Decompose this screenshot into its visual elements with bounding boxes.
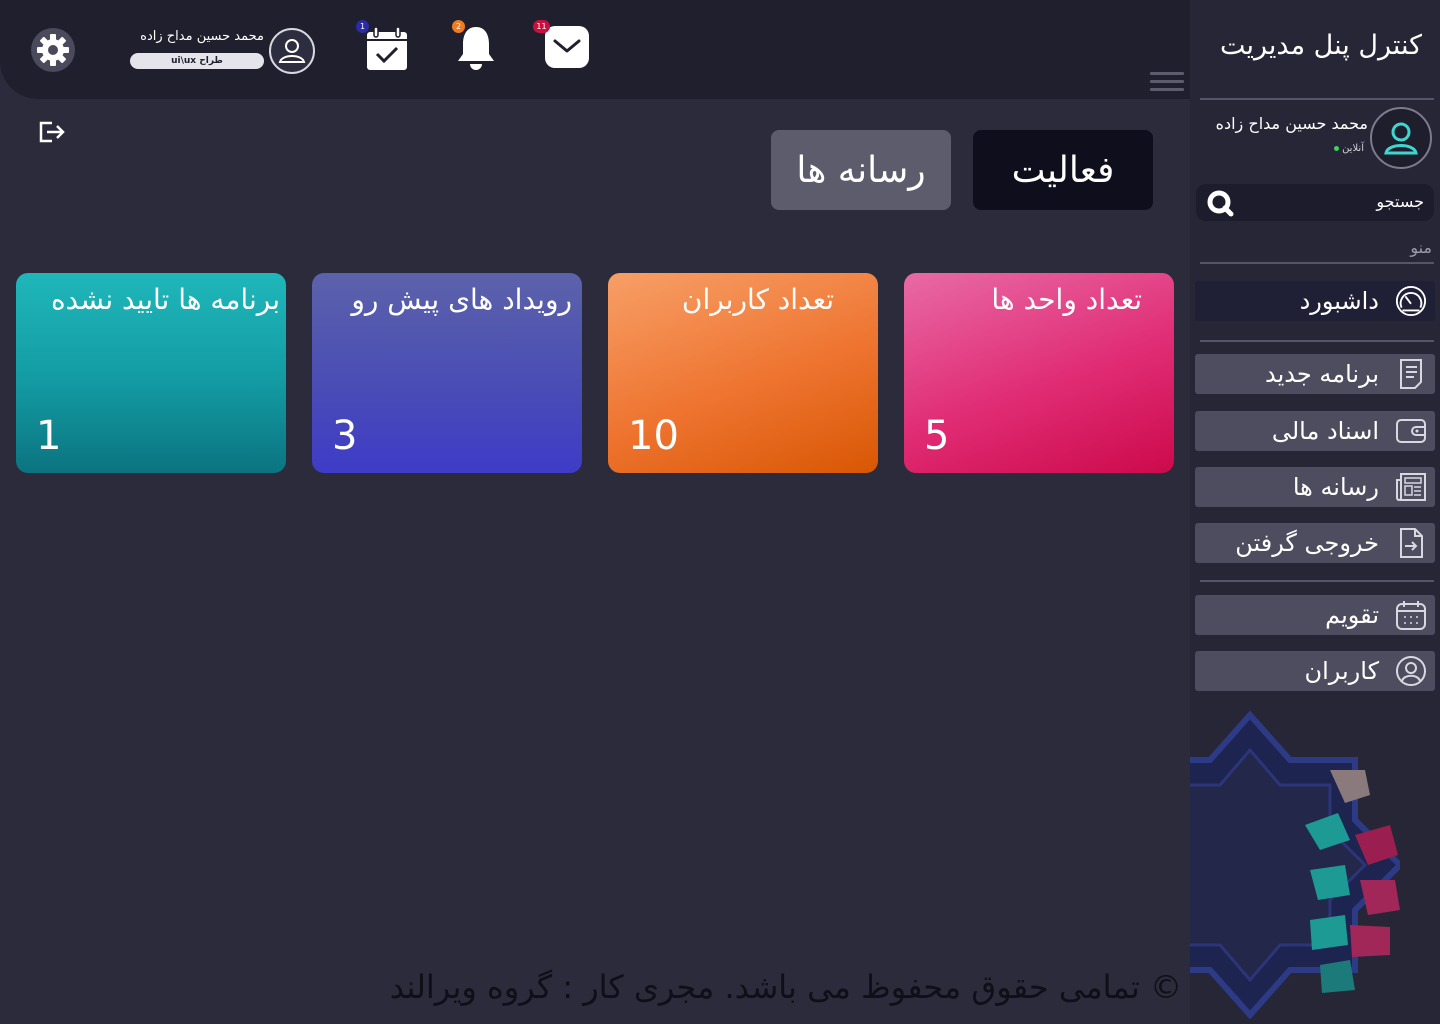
divider <box>1200 340 1434 342</box>
stat-card-units[interactable]: تعداد واحد ها 5 <box>904 273 1174 473</box>
sidebar-item-media[interactable]: رسانه ها <box>1195 467 1435 507</box>
brand-title: کنترل پنل مدیریت <box>1219 30 1422 61</box>
logout-icon[interactable] <box>38 119 68 145</box>
file-export-icon <box>1395 527 1427 559</box>
sidebar-item-label: تقویم <box>1325 601 1379 629</box>
search-box[interactable]: جستجو <box>1196 184 1434 221</box>
topbar-user-name: محمد حسین مداح زاده <box>140 29 264 44</box>
sidebar-item-financial-docs[interactable]: اسناد مالی <box>1195 411 1435 451</box>
sidebar-item-users[interactable]: کاربران <box>1195 651 1435 691</box>
wallet-icon <box>1395 415 1427 447</box>
stat-card-value: 10 <box>628 413 679 459</box>
newspaper-icon <box>1395 471 1427 503</box>
sidebar-item-dashboard[interactable]: داشبورد <box>1195 281 1435 321</box>
dashboard-gauge-icon <box>1395 285 1427 317</box>
tab-activity[interactable]: فعالیت <box>973 130 1153 210</box>
sidebar-user-name: محمد حسین مداح زاده <box>1215 114 1368 133</box>
stat-card-value: 1 <box>36 413 62 459</box>
calendar-check-icon <box>367 26 407 70</box>
sidebar-item-label: داشبورد <box>1299 287 1379 315</box>
top-bar: محمد حسین مداح زاده طراح ui\ux 1 2 11 <box>0 0 1190 99</box>
sidebar-item-label: رسانه ها <box>1292 473 1379 501</box>
mail-icon <box>545 26 589 68</box>
gear-icon <box>37 34 69 66</box>
stat-card-upcoming-events[interactable]: رویداد های پیش رو 3 <box>312 273 582 473</box>
stat-card-value: 3 <box>332 413 358 459</box>
search-icon[interactable] <box>1206 188 1236 218</box>
user-role-badge: طراح ui\ux <box>130 53 264 69</box>
divider <box>1200 262 1434 264</box>
sidebar-item-new-program[interactable]: برنامه جدید <box>1195 354 1435 394</box>
messages-button[interactable] <box>544 25 590 73</box>
notifications-badge: 2 <box>452 20 465 33</box>
stat-card-title: تعداد واحد ها <box>991 283 1142 316</box>
online-dot-icon <box>1334 145 1340 151</box>
search-label: جستجو <box>1376 192 1424 211</box>
sidebar-avatar[interactable] <box>1370 107 1432 169</box>
user-icon <box>1384 122 1418 155</box>
user-circle-icon <box>1395 655 1427 687</box>
calendar-badge: 1 <box>356 20 369 33</box>
sidebar-item-label: کاربران <box>1304 657 1379 685</box>
calendar-icon <box>1395 599 1427 631</box>
tab-media[interactable]: رسانه ها <box>771 130 951 210</box>
menu-caption: منو <box>1410 238 1432 257</box>
stat-card-title: رویداد های پیش رو <box>351 283 572 316</box>
divider <box>1200 98 1434 100</box>
sidebar-item-label: برنامه جدید <box>1265 360 1379 388</box>
topbar-avatar[interactable] <box>269 28 315 74</box>
decorative-ornament-icon <box>1190 710 1400 1020</box>
sidebar-item-calendar[interactable]: تقویم <box>1195 595 1435 635</box>
sidebar-item-label: اسناد مالی <box>1271 417 1379 445</box>
sidebar-item-label: خروجی گرفتن <box>1235 529 1379 557</box>
stat-card-title: برنامه ها تایید نشده <box>51 283 280 316</box>
stat-card-value: 5 <box>924 413 950 459</box>
stat-card-title: تعداد کاربران <box>681 283 834 316</box>
messages-badge: 11 <box>533 20 550 33</box>
online-status-label: آنلاین <box>1342 143 1364 154</box>
settings-button[interactable] <box>31 28 75 72</box>
sidebar-item-export[interactable]: خروجی گرفتن <box>1195 523 1435 563</box>
footer-copyright: © تمامی حقوق محفوظ می باشد. مجری کار : گ… <box>389 968 1182 1006</box>
stat-card-users[interactable]: تعداد کاربران 10 <box>608 273 878 473</box>
sidebar: کنترل پنل مدیریت محمد حسین مداح زاده آنل… <box>1190 0 1440 1024</box>
hamburger-menu-icon[interactable] <box>1150 70 1184 94</box>
user-icon <box>278 39 306 63</box>
stat-card-unapproved-programs[interactable]: برنامه ها تایید نشده 1 <box>16 273 286 473</box>
divider <box>1200 580 1434 582</box>
online-status: آنلاین <box>1334 143 1364 154</box>
document-icon <box>1395 358 1427 390</box>
calendar-button[interactable] <box>365 26 409 76</box>
